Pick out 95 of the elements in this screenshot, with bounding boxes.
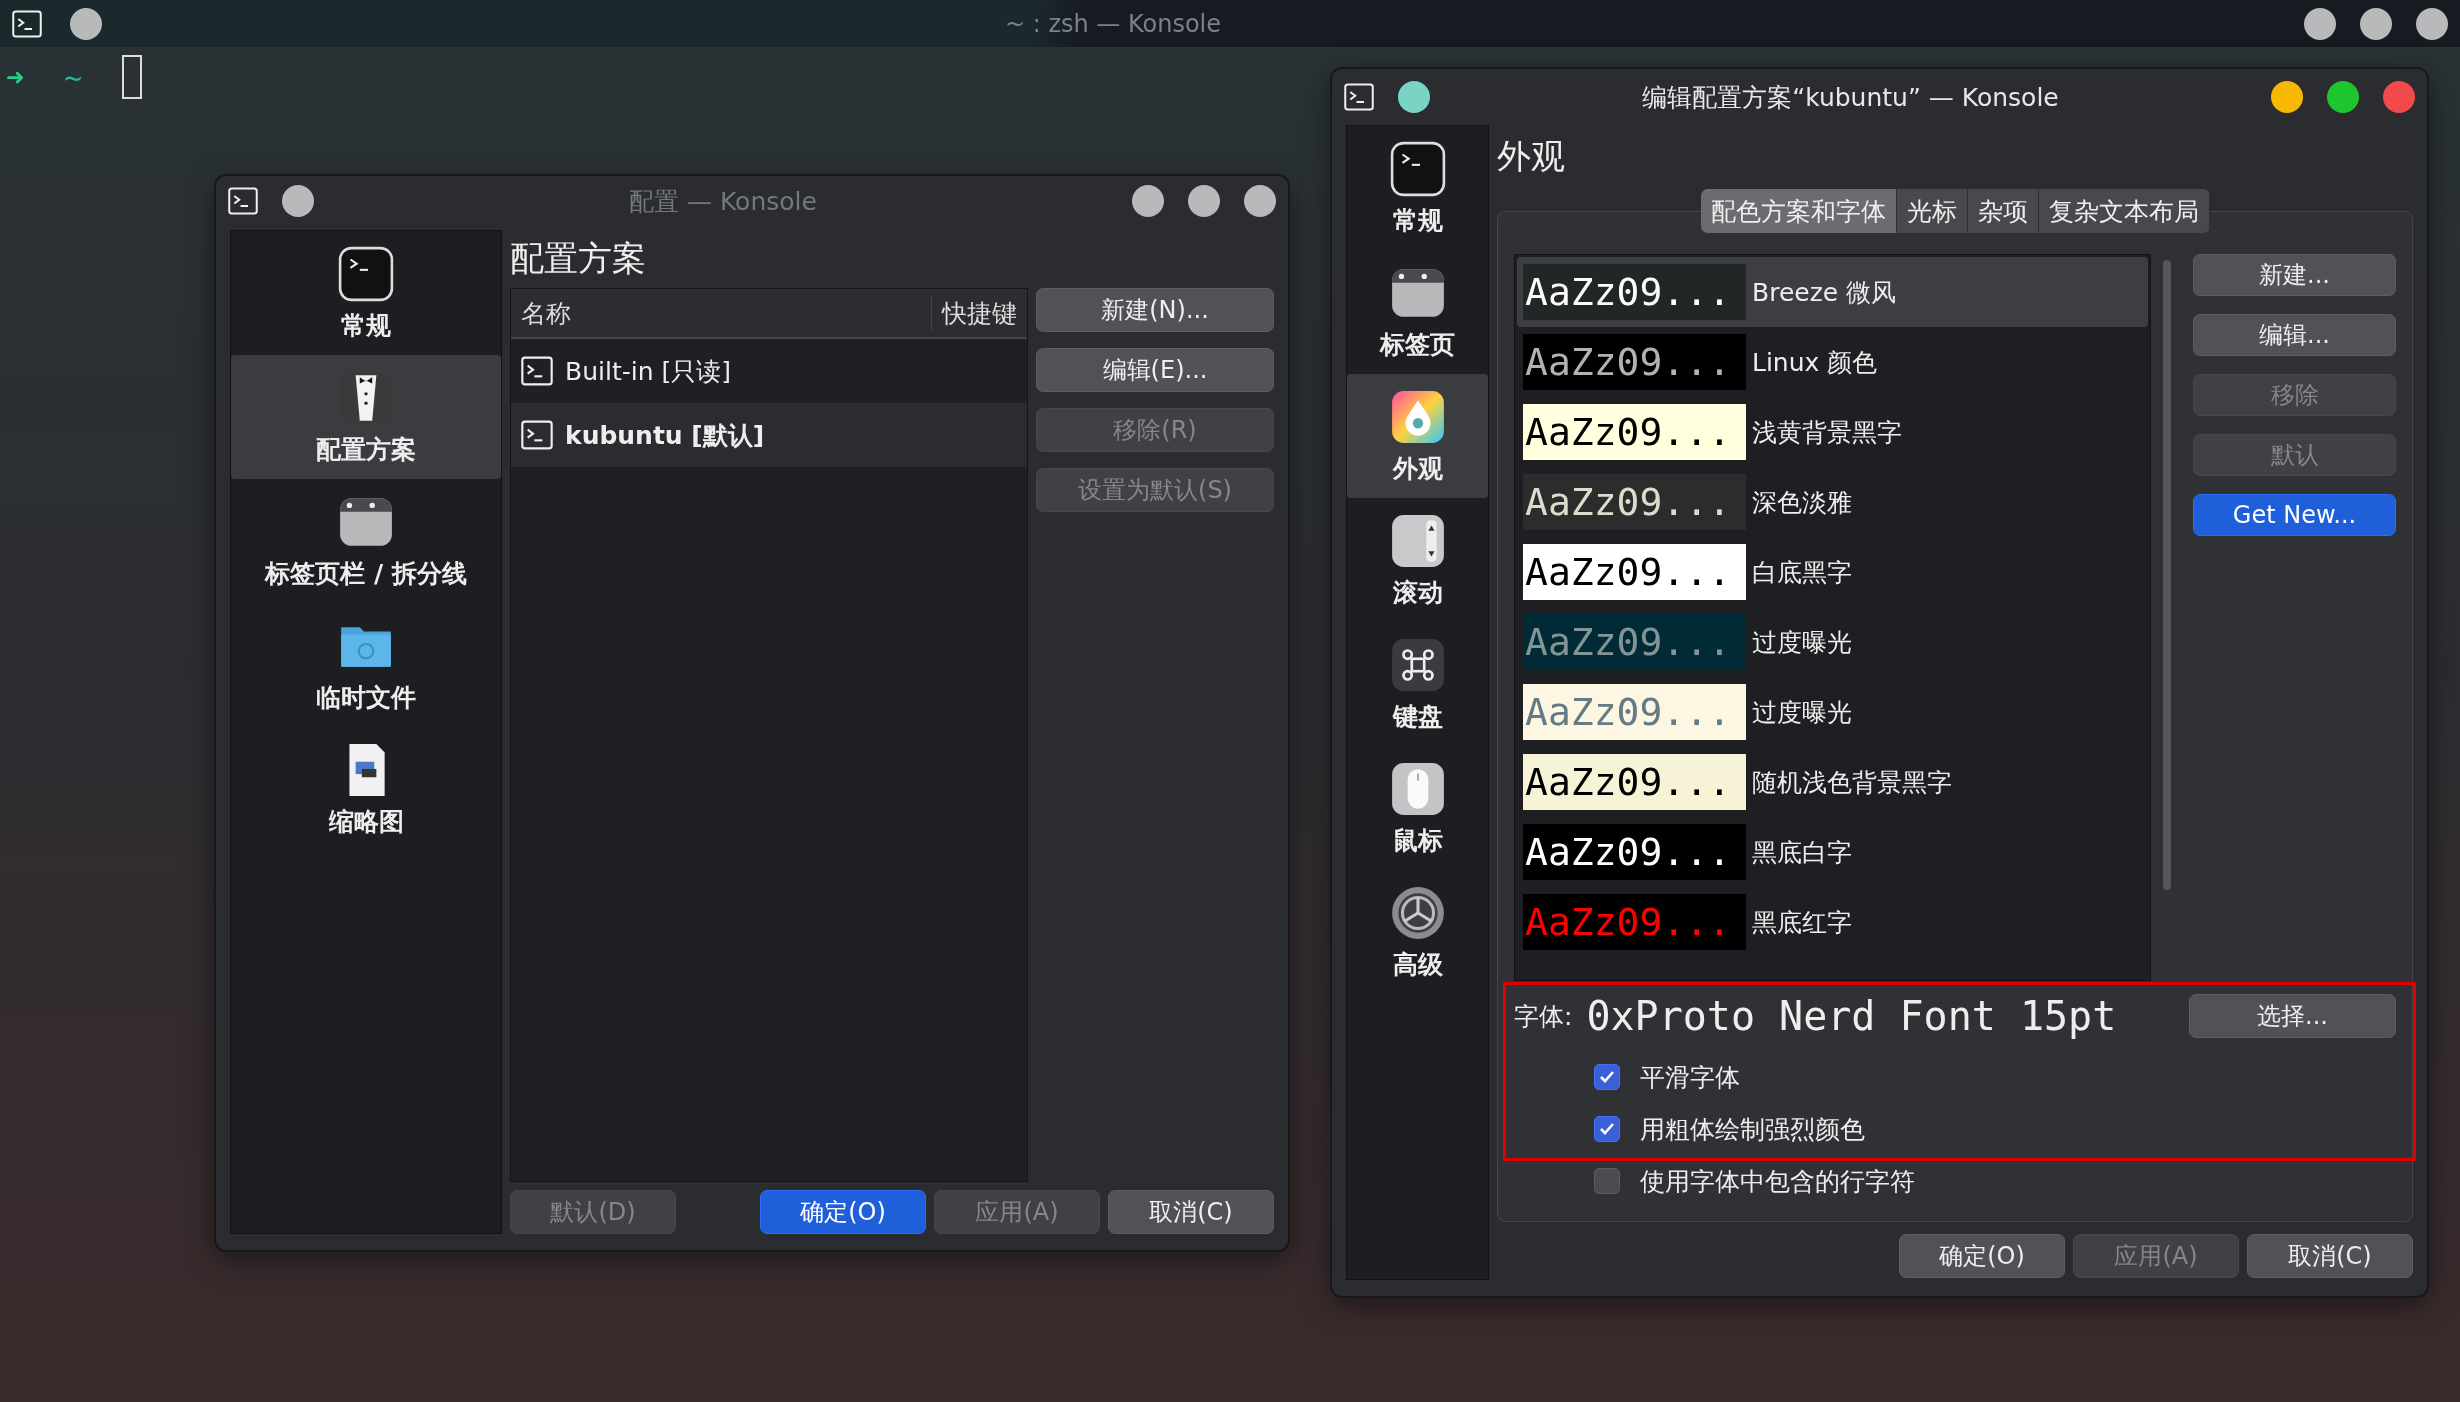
checkbox[interactable] [1594, 1064, 1620, 1090]
preview-text: AaZz09... [1525, 760, 1731, 804]
scheme-name: Linux 颜色 [1752, 346, 1878, 379]
window-title: 编辑配置方案“kubuntu” — Konsole [1641, 81, 2060, 114]
checkbox-label: 用粗体绘制强烈颜色 [1640, 1113, 1865, 1146]
button[interactable]: 确定(O) [1899, 1234, 2065, 1278]
sidebar-item[interactable]: 高级 [1347, 870, 1488, 994]
font-label: 字体: [1514, 1000, 1573, 1033]
sidebar-item[interactable]: 键盘 [1347, 622, 1488, 746]
sidebar-item[interactable]: 缩略图 [231, 727, 501, 851]
button[interactable]: 新建... [2193, 254, 2396, 296]
color-scheme-row[interactable]: AaZz09... 深色淡雅 [1517, 467, 2148, 537]
window-control[interactable] [2383, 81, 2415, 113]
sidebar-item[interactable]: 鼠标 [1347, 746, 1488, 870]
page-heading: 外观 [1497, 135, 1566, 178]
preview-text: AaZz09... [1525, 270, 1731, 314]
sidebar-item[interactable]: 外观 [1347, 374, 1488, 498]
profile-name: Built-in [只读] [565, 355, 731, 388]
font-value: 0xProto Nerd Font 15pt [1586, 993, 2118, 1039]
button[interactable]: 编辑... [2193, 314, 2396, 356]
button[interactable]: 新建(N)... [1036, 288, 1274, 332]
button[interactable]: 确定(O) [760, 1190, 926, 1234]
terminal-icon[interactable] [521, 419, 553, 451]
page-heading: 配置方案 [510, 237, 647, 280]
window-control[interactable] [2304, 7, 2336, 40]
color-scheme-row[interactable]: AaZz09... 过度曝光 [1517, 607, 2148, 677]
color-scheme-row[interactable]: AaZz09... Breeze 微风 [1517, 257, 2148, 327]
sidebar-item[interactable]: 配置方案 [231, 355, 501, 479]
text-cursor [122, 55, 143, 99]
sidebar-item[interactable]: 标签页 [1347, 250, 1488, 374]
window-title: 配置 — Konsole [628, 185, 818, 218]
scheme-name: 黑底红字 [1752, 906, 1852, 939]
window-control[interactable] [2271, 81, 2303, 113]
color-scheme-row[interactable]: AaZz09... 白底黑字 [1517, 537, 2148, 607]
checkbox-label: 使用字体中包含的行字符 [1640, 1165, 1915, 1198]
color-scheme-row[interactable]: AaZz09... 随机浅色背景黑字 [1517, 747, 2148, 817]
window-control[interactable] [2360, 7, 2392, 40]
window-control[interactable] [1398, 81, 1430, 113]
button[interactable]: 选择... [2189, 994, 2396, 1038]
sidebar-item[interactable]: 临时文件 [231, 603, 501, 727]
scheme-name: 过度曝光 [1752, 696, 1852, 729]
color-scheme-row[interactable]: AaZz09... 黑底白字 [1517, 817, 2148, 887]
profile-row[interactable]: kubuntu [默认] [511, 403, 1027, 467]
sidebar-item[interactable]: 标签页栏 / 拆分线 [231, 479, 501, 603]
sidebar-item[interactable]: 常规 [1347, 126, 1488, 250]
scrollbar[interactable] [2163, 260, 2171, 890]
current-directory: ~ [64, 59, 83, 95]
column-header[interactable]: 快捷键 [932, 296, 1027, 330]
checkbox[interactable] [1594, 1116, 1620, 1142]
window-control[interactable] [1188, 185, 1220, 217]
preview-text: AaZz09... [1525, 830, 1731, 874]
profile-name: kubuntu [默认] [565, 419, 765, 452]
window-control[interactable] [1244, 185, 1276, 217]
terminal-icon[interactable] [12, 8, 42, 39]
color-scheme-row[interactable]: AaZz09... 浅黄背景黑字 [1517, 397, 2148, 467]
color-scheme-row[interactable]: AaZz09... Linux 颜色 [1517, 327, 2148, 397]
preview-text: AaZz09... [1525, 410, 1731, 454]
terminal-icon[interactable] [228, 186, 258, 216]
preview-text: AaZz09... [1525, 340, 1731, 384]
window-title: ~ : zsh — Konsole [1003, 9, 1223, 38]
terminal-icon[interactable] [521, 355, 553, 387]
color-scheme-row[interactable]: AaZz09... 黑底红字 [1517, 887, 2148, 957]
scheme-name: 浅黄背景黑字 [1752, 416, 1902, 449]
button[interactable]: 编辑(E)... [1036, 348, 1274, 392]
window-control[interactable] [282, 185, 314, 217]
terminal-icon[interactable] [1344, 82, 1374, 112]
prompt-symbol: ➜ [6, 59, 25, 95]
column-header[interactable]: 名称 [511, 296, 932, 330]
sidebar-item[interactable]: 常规 [231, 231, 501, 355]
window-control[interactable] [70, 7, 102, 40]
scheme-name: Breeze 微风 [1752, 276, 1897, 309]
checkbox[interactable] [1594, 1168, 1620, 1194]
terminal-icon [1388, 139, 1447, 198]
window-control[interactable] [2327, 81, 2359, 113]
scheme-name: 深色淡雅 [1752, 486, 1852, 519]
window-control[interactable] [2416, 7, 2448, 40]
tab[interactable]: 配色方案和字体 [1700, 189, 1897, 233]
scheme-name: 黑底白字 [1752, 836, 1852, 869]
button[interactable]: 取消(C) [2247, 1234, 2413, 1278]
preview-text: AaZz09... [1525, 480, 1731, 524]
scheme-name: 随机浅色背景黑字 [1752, 766, 1952, 799]
profile-row[interactable]: Built-in [只读] [511, 339, 1027, 403]
preview-text: AaZz09... [1525, 690, 1731, 734]
terminal-icon [337, 244, 395, 303]
button[interactable]: 取消(C) [1108, 1190, 1274, 1234]
window-control[interactable] [1132, 185, 1164, 217]
checkbox-label: 平滑字体 [1640, 1061, 1740, 1094]
sidebar-item[interactable]: 滚动 [1347, 498, 1488, 622]
color-scheme-row[interactable]: AaZz09... 过度曝光 [1517, 677, 2148, 747]
preview-text: AaZz09... [1525, 900, 1731, 944]
scheme-name: 过度曝光 [1752, 626, 1852, 659]
preview-text: AaZz09... [1525, 550, 1731, 594]
scheme-name: 白底黑字 [1752, 556, 1852, 589]
button[interactable]: Get New... [2193, 494, 2396, 536]
preview-text: AaZz09... [1525, 620, 1731, 664]
